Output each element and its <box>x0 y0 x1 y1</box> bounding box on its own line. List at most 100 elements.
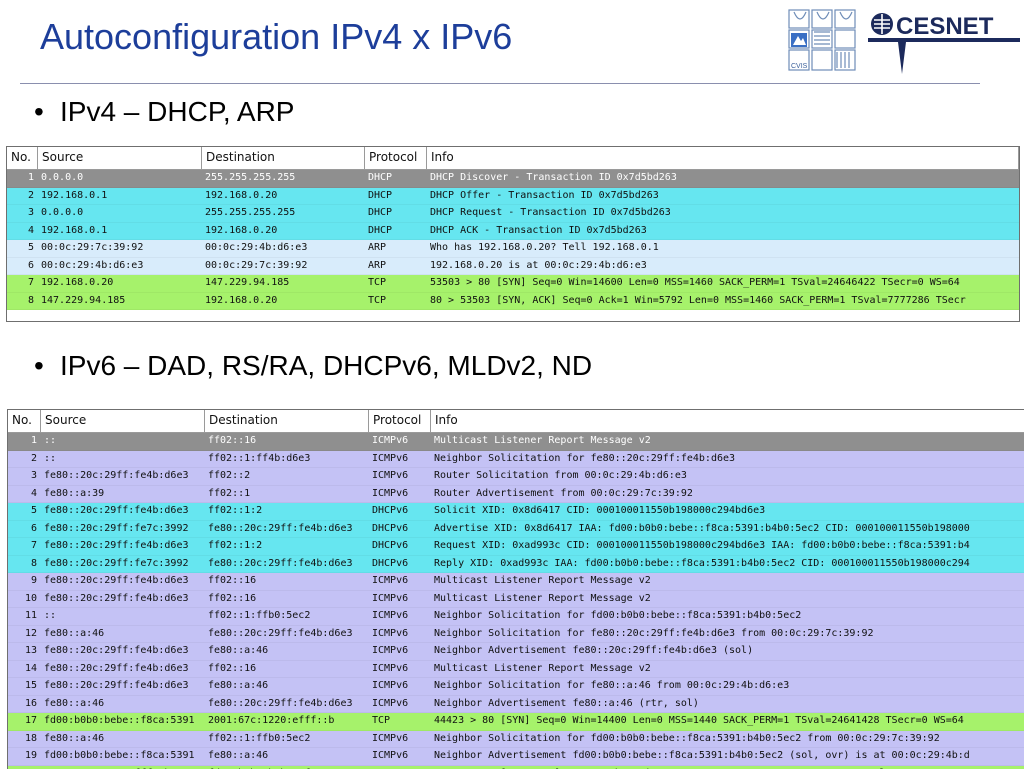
packet-row[interactable]: 2::ff02::1:ff4b:d6e3ICMPv6Neighbor Solic… <box>8 451 1024 469</box>
packet-row[interactable]: 6fe80::20c:29ff:fe7c:3992fe80::20c:29ff:… <box>8 521 1024 539</box>
packet-destination: ff02::1 <box>205 486 369 503</box>
packet-no: 13 <box>8 643 41 660</box>
packet-no: 5 <box>8 503 41 520</box>
packet-row[interactable]: 17fd00:b0b0:bebe::f8ca:53912001:67c:1220… <box>8 713 1024 731</box>
packet-info: 192.168.0.20 is at 00:0c:29:4b:d6:e3 <box>427 258 1019 275</box>
packet-row[interactable]: 9fe80::20c:29ff:fe4b:d6e3ff02::16ICMPv6M… <box>8 573 1024 591</box>
column-header-no[interactable]: No. <box>8 410 41 432</box>
packet-info: 44423 > 80 [SYN] Seq=0 Win=14400 Len=0 M… <box>431 713 1024 730</box>
packet-no: 18 <box>8 731 41 748</box>
packet-row[interactable]: 10.0.0.0255.255.255.255DHCPDHCP Discover… <box>7 170 1019 188</box>
packet-protocol: DHCPv6 <box>369 538 431 555</box>
packet-info: Neighbor Solicitation for fd00:b0b0:bebe… <box>431 608 1024 625</box>
column-header-source[interactable]: Source <box>41 410 205 432</box>
packet-no: 3 <box>8 468 41 485</box>
packet-row[interactable]: 202001:67c:1220:efff::bfd00:b0b0:bebe::f… <box>8 766 1024 769</box>
packet-destination: fe80::20c:29ff:fe4b:d6e3 <box>205 556 369 573</box>
packet-destination: fe80::a:46 <box>205 643 369 660</box>
packet-protocol: ICMPv6 <box>369 468 431 485</box>
column-header-info[interactable]: Info <box>431 410 1024 432</box>
packet-row[interactable]: 13fe80::20c:29ff:fe4b:d6e3fe80::a:46ICMP… <box>8 643 1024 661</box>
packet-source: fe80::20c:29ff:fe4b:d6e3 <box>41 591 205 608</box>
packet-info: Neighbor Advertisement fd00:b0b0:bebe::f… <box>431 748 1024 765</box>
packet-list-header: No.SourceDestinationProtocolInfo <box>8 410 1024 433</box>
packet-no: 7 <box>7 275 38 292</box>
packet-no: 5 <box>7 240 38 257</box>
packet-destination: fe80::20c:29ff:fe4b:d6e3 <box>205 626 369 643</box>
packet-info: DHCP Request - Transaction ID 0x7d5bd263 <box>427 205 1019 222</box>
packet-row[interactable]: 14fe80::20c:29ff:fe4b:d6e3ff02::16ICMPv6… <box>8 661 1024 679</box>
packet-row[interactable]: 600:0c:29:4b:d6:e300:0c:29:7c:39:92ARP19… <box>7 258 1019 276</box>
packet-destination: fd00:b0b0:bebe::f8ca:539 <box>205 766 369 769</box>
packet-protocol: DHCP <box>365 170 427 187</box>
column-header-destination[interactable]: Destination <box>205 410 369 432</box>
packet-row[interactable]: 18fe80::a:46ff02::1:ffb0:5ec2ICMPv6Neigh… <box>8 731 1024 749</box>
packet-row[interactable]: 7192.168.0.20147.229.94.185TCP53503 > 80… <box>7 275 1019 293</box>
packet-destination: ff02::1:ffb0:5ec2 <box>205 731 369 748</box>
packet-protocol: ARP <box>365 240 427 257</box>
packet-source: fd00:b0b0:bebe::f8ca:5391 <box>41 713 205 730</box>
cesnet-logo: CESNET <box>866 8 1022 83</box>
packet-protocol: ICMPv6 <box>369 661 431 678</box>
packet-info: DHCP ACK - Transaction ID 0x7d5bd263 <box>427 223 1019 240</box>
packet-row[interactable]: 12fe80::a:46fe80::20c:29ff:fe4b:d6e3ICMP… <box>8 626 1024 644</box>
packet-row[interactable]: 1::ff02::16ICMPv6Multicast Listener Repo… <box>8 433 1024 451</box>
packet-destination: 00:0c:29:4b:d6:e3 <box>202 240 365 257</box>
packet-protocol: ICMPv6 <box>369 451 431 468</box>
packet-protocol: ICMPv6 <box>369 731 431 748</box>
packet-protocol: ICMPv6 <box>369 678 431 695</box>
packet-no: 1 <box>7 170 38 187</box>
packet-row[interactable]: 15fe80::20c:29ff:fe4b:d6e3fe80::a:46ICMP… <box>8 678 1024 696</box>
packet-row[interactable]: 4192.168.0.1192.168.0.20DHCPDHCP ACK - T… <box>7 223 1019 241</box>
packet-protocol: ICMPv6 <box>369 433 431 450</box>
column-header-destination[interactable]: Destination <box>202 147 365 169</box>
column-header-info[interactable]: Info <box>427 147 1019 169</box>
packet-info: Multicast Listener Report Message v2 <box>431 433 1024 450</box>
cvis-logo-text: CVIS <box>791 63 808 70</box>
packet-info: Neighbor Solicitation for fd00:b0b0:bebe… <box>431 731 1024 748</box>
packet-row[interactable]: 8fe80::20c:29ff:fe7c:3992fe80::20c:29ff:… <box>8 556 1024 574</box>
packet-row[interactable]: 2192.168.0.1192.168.0.20DHCPDHCP Offer -… <box>7 188 1019 206</box>
packet-row[interactable]: 11::ff02::1:ffb0:5ec2ICMPv6Neighbor Soli… <box>8 608 1024 626</box>
packet-row[interactable]: 16fe80::a:46fe80::20c:29ff:fe4b:d6e3ICMP… <box>8 696 1024 714</box>
packet-row[interactable]: 7fe80::20c:29ff:fe4b:d6e3ff02::1:2DHCPv6… <box>8 538 1024 556</box>
packet-source: 0.0.0.0 <box>38 205 202 222</box>
ipv6-packet-list[interactable]: No.SourceDestinationProtocolInfo 1::ff02… <box>7 409 1024 769</box>
packet-source: 00:0c:29:7c:39:92 <box>38 240 202 257</box>
packet-destination: ff02::16 <box>205 661 369 678</box>
packet-no: 6 <box>8 521 41 538</box>
packet-row[interactable]: 5fe80::20c:29ff:fe4b:d6e3ff02::1:2DHCPv6… <box>8 503 1024 521</box>
packet-row[interactable]: 3fe80::20c:29ff:fe4b:d6e3ff02::2ICMPv6Ro… <box>8 468 1024 486</box>
packet-protocol: ARP <box>365 258 427 275</box>
packet-row[interactable]: 4fe80::a:39ff02::1ICMPv6Router Advertise… <box>8 486 1024 504</box>
packet-info: Solicit XID: 0x8d6417 CID: 000100011550b… <box>431 503 1024 520</box>
packet-no: 20 <box>8 766 41 769</box>
packet-no: 1 <box>8 433 41 450</box>
column-header-protocol[interactable]: Protocol <box>369 410 431 432</box>
packet-row[interactable]: 19fd00:b0b0:bebe::f8ca:5391fe80::a:46ICM… <box>8 748 1024 766</box>
packet-no: 12 <box>8 626 41 643</box>
bullet-ipv6: •IPv6 – DAD, RS/RA, DHCPv6, MLDv2, ND <box>34 350 592 382</box>
packet-row[interactable]: 500:0c:29:7c:39:9200:0c:29:4b:d6:e3ARPWh… <box>7 240 1019 258</box>
packet-list-header: No.SourceDestinationProtocolInfo <box>7 147 1019 170</box>
packet-no: 8 <box>7 293 38 310</box>
packet-protocol: DHCP <box>365 223 427 240</box>
column-header-protocol[interactable]: Protocol <box>365 147 427 169</box>
packet-destination: ff02::16 <box>205 433 369 450</box>
packet-no: 11 <box>8 608 41 625</box>
packet-protocol: DHCPv6 <box>369 556 431 573</box>
packet-destination: 192.168.0.20 <box>202 293 365 310</box>
packet-destination: 2001:67c:1220:efff::b <box>205 713 369 730</box>
column-header-no[interactable]: No. <box>7 147 38 169</box>
packet-no: 6 <box>7 258 38 275</box>
ipv4-packet-list[interactable]: No.SourceDestinationProtocolInfo 10.0.0.… <box>6 146 1020 322</box>
packet-source: fe80::a:39 <box>41 486 205 503</box>
packet-row[interactable]: 10fe80::20c:29ff:fe4b:d6e3ff02::16ICMPv6… <box>8 591 1024 609</box>
packet-row[interactable]: 8147.229.94.185192.168.0.20TCP80 > 53503… <box>7 293 1019 311</box>
column-header-source[interactable]: Source <box>38 147 202 169</box>
packet-info: Multicast Listener Report Message v2 <box>431 661 1024 678</box>
packet-source: fe80::a:46 <box>41 731 205 748</box>
packet-no: 3 <box>7 205 38 222</box>
packet-row[interactable]: 30.0.0.0255.255.255.255DHCPDHCP Request … <box>7 205 1019 223</box>
packet-destination: fe80::a:46 <box>205 748 369 765</box>
